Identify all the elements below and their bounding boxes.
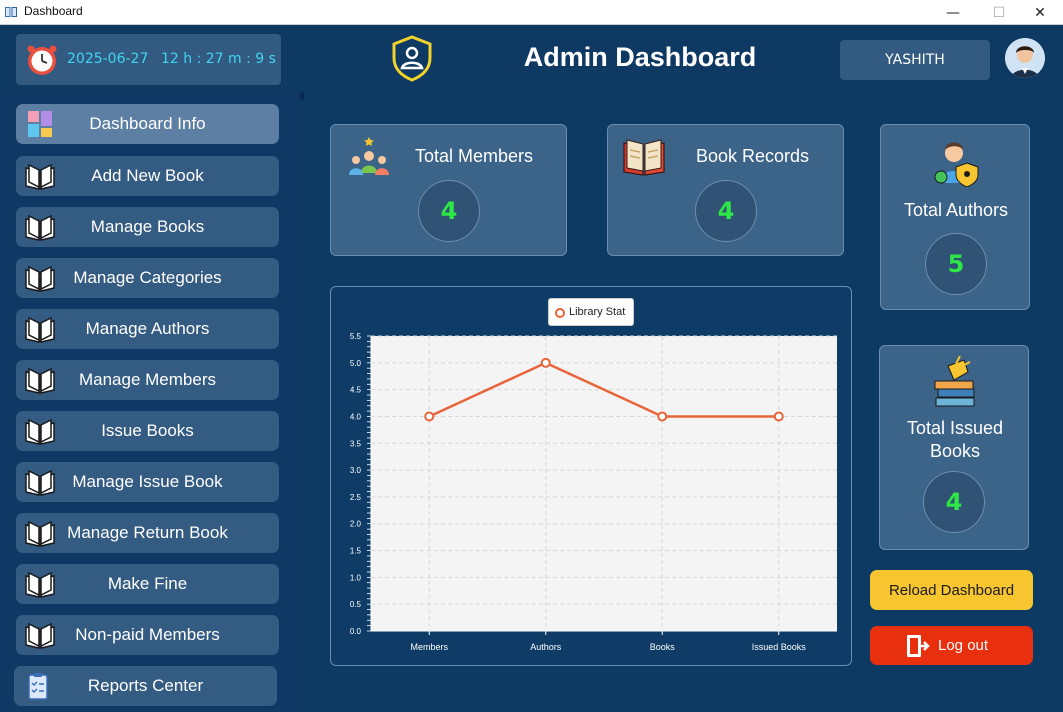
authors-count: 5 (925, 233, 987, 295)
shield-user-icon (392, 35, 432, 82)
sidebar-item-label: Manage Books (90, 217, 205, 236)
legend-marker (555, 308, 565, 318)
data-point (773, 411, 784, 422)
y-tick-label: 3.5 (350, 439, 362, 448)
data-point (540, 357, 551, 368)
total-authors-card: Total Authors 5 (880, 124, 1030, 310)
logout-button[interactable]: Log out (870, 626, 1033, 665)
logout-label: Log out (938, 637, 989, 654)
sidebar-item-manage-members[interactable]: Manage Members (16, 360, 279, 400)
sidebar-item-issue-books[interactable]: Issue Books (16, 411, 279, 451)
chart-legend: Library Stat (548, 298, 634, 326)
y-tick-label: 0.5 (350, 600, 362, 609)
sidebar-item-manage-categories[interactable]: Manage Categories (16, 258, 279, 298)
logout-door-icon (907, 635, 930, 657)
card-title-line2: Books (929, 441, 981, 461)
books-count: 4 (695, 180, 757, 242)
sidebar-item-label: Make Fine (107, 574, 188, 593)
sidebar-item-label: Manage Return Book (67, 523, 228, 542)
chart-canvas: 0.0 0.5 1.0 1.5 2.0 2.5 3.0 3.5 4.0 4.5 5.0 5.5 Memb… (350, 332, 837, 652)
avatar[interactable] (1005, 38, 1045, 78)
minimize-button[interactable]: — (930, 0, 976, 25)
data-point (657, 411, 668, 422)
sidebar-item-non-paid-members[interactable]: Non-paid Members (16, 615, 279, 655)
issued-books-stack-icon (934, 356, 975, 407)
card-title: Total Members (415, 146, 534, 166)
y-tick-label: 1.0 (350, 573, 362, 582)
sidebar-item-label: Add New Book (91, 166, 204, 185)
sidebar-item-make-fine[interactable]: Make Fine (16, 564, 279, 604)
sidebar-item-label: Manage Categories (73, 268, 222, 287)
plot-area (371, 336, 837, 631)
x-tick-label: Books (650, 642, 676, 652)
total-issued-books-card: Total Issued Books 4 (879, 345, 1029, 550)
sidebar-item-dashboard-info[interactable]: Dashboard Info (16, 104, 279, 144)
reload-dashboard-button[interactable]: Reload Dashboard (870, 570, 1033, 610)
sidebar-item-label: Manage Authors (85, 319, 210, 338)
sidebar-item-manage-return-book[interactable]: Manage Return Book (16, 513, 279, 553)
sidebar-item-label: Non-paid Members (75, 625, 220, 644)
y-tick-label: 3.0 (350, 466, 362, 475)
x-tick-label: Members (410, 642, 448, 652)
sidebar-item-label: Dashboard Info (89, 114, 206, 133)
y-tick-label: 0.0 (350, 627, 362, 636)
clock-panel: 2025-06-27 12 h : 27 m : 9 s (16, 34, 281, 85)
y-tick-label: 1.5 (350, 547, 362, 556)
window-titlebar: Dashboard — ☐ ✕ (0, 0, 1063, 25)
maximize-button[interactable]: ☐ (976, 0, 1022, 25)
sidebar-item-manage-authors[interactable]: Manage Authors (16, 309, 279, 349)
x-tick-label: Authors (530, 642, 562, 652)
sidebar-item-label: Reports Center (87, 676, 204, 695)
y-tick-label: 2.5 (350, 493, 362, 502)
alarm-clock-icon (27, 45, 57, 75)
book-app-icon (5, 7, 17, 17)
close-button[interactable]: ✕ (1017, 0, 1063, 25)
sidebar-item-label: Manage Members (78, 370, 216, 389)
current-time: 12 h : 27 m : 9 s (161, 51, 276, 67)
sidebar-item-add-new-book[interactable]: Add New Book (16, 156, 279, 196)
user-name-badge[interactable]: YASHITH (840, 40, 990, 80)
y-tick-label: 4.0 (350, 412, 362, 421)
red-book-icon (623, 139, 665, 176)
total-members-card: Total Members 4 (330, 124, 567, 256)
y-tick-label: 2.0 (350, 520, 362, 529)
book-records-card: Book Records 4 (607, 124, 844, 256)
card-title-line1: Total Issued (906, 418, 1004, 438)
legend-label: Library Stat (569, 306, 626, 318)
sidebar-item-label: Issue Books (101, 421, 194, 440)
author-badge-icon (934, 142, 979, 187)
app-header: 2025-06-27 12 h : 27 m : 9 s Admin Dashb… (0, 26, 1063, 92)
y-tick-label: 4.5 (350, 386, 362, 395)
current-date: 2025-06-27 (67, 51, 149, 67)
issued-books-count: 4 (923, 471, 985, 533)
data-point (424, 411, 435, 422)
window-title: Dashboard (24, 4, 83, 18)
sidebar-item-reports-center[interactable]: Reports Center (14, 666, 277, 706)
sidebar-item-manage-issue-book[interactable]: Manage Issue Book (16, 462, 279, 502)
x-tick-label: Issued Books (752, 642, 807, 652)
sidebar-item-label: Manage Issue Book (72, 472, 223, 491)
group-people-icon (349, 137, 389, 175)
library-stat-chart: 0.0 0.5 1.0 1.5 2.0 2.5 3.0 3.5 4.0 4.5 5.0 5.5 Memb… (330, 286, 852, 666)
y-tick-label: 5.5 (350, 332, 362, 341)
card-title: Book Records (696, 146, 810, 166)
members-count: 4 (418, 180, 480, 242)
y-tick-label: 5.0 (350, 359, 362, 368)
page-title: Admin Dashboard (523, 42, 757, 72)
card-title: Total Authors (903, 200, 1009, 220)
user-avatar-icon (1005, 38, 1045, 78)
sidebar-item-manage-books[interactable]: Manage Books (16, 207, 279, 247)
